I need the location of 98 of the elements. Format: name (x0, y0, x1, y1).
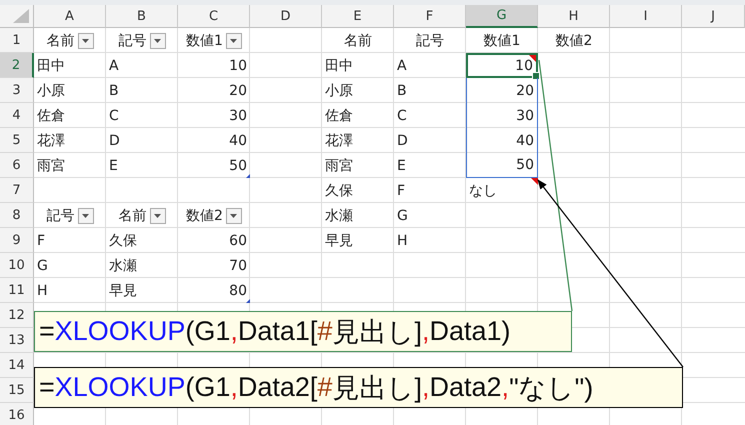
table-cell-text: G (36, 256, 49, 276)
table-cell-text: 水瀬 (324, 206, 354, 226)
table-cell-text: 花澤 (324, 132, 354, 150)
filter-dropdown-button[interactable] (226, 208, 242, 224)
column-header[interactable]: G (466, 5, 538, 28)
header-text: 数値1 (186, 32, 223, 50)
row-header[interactable]: 15 (0, 378, 34, 403)
table-cell-text: 早見 (324, 232, 354, 250)
column-header[interactable]: C (178, 5, 250, 28)
table-cell-text: 早見 (108, 282, 138, 300)
table-cell-text: E (396, 156, 407, 176)
formula-callout: =XLOOKUP(G1,Data2[#見出し],Data2,"なし") (34, 367, 683, 408)
row-header[interactable]: 11 (0, 278, 34, 303)
table-cell-text: C (396, 106, 408, 126)
header-text: 名前 (46, 32, 74, 50)
table-cell-text: 40 (228, 132, 248, 150)
table-cell-text: D (108, 132, 121, 150)
row-header[interactable]: 2 (0, 53, 34, 78)
table-cell-text: 久保 (108, 232, 138, 250)
table-cell-text: 数値1 (482, 32, 522, 50)
filter-dropdown-button[interactable] (150, 32, 166, 48)
row-header[interactable]: 12 (0, 303, 34, 328)
column-header[interactable]: I (610, 5, 682, 28)
table-cell-text: 雨宮 (36, 156, 66, 176)
table-cell-text: 田中 (324, 56, 354, 76)
filter-dropdown-button[interactable] (78, 208, 94, 224)
table-cell-text: 20 (228, 82, 248, 100)
table-cell-text: 花澤 (36, 132, 66, 150)
table-cell-text: D (396, 132, 409, 150)
table-cell-text: 小原 (36, 82, 66, 100)
table-cell: 80 (178, 278, 250, 303)
header-text: 名前 (118, 206, 146, 224)
table-cell: 50 (178, 153, 250, 178)
table-cell-text: 水瀬 (108, 256, 138, 276)
row-header[interactable]: 1 (0, 28, 34, 53)
column-header[interactable]: D (250, 5, 322, 28)
table-cell: 10 (466, 53, 538, 78)
header-text: 記号 (118, 32, 146, 50)
row-header[interactable]: 16 (0, 403, 34, 425)
column-header[interactable]: B (106, 5, 178, 28)
dropdown-arrow-icon (154, 38, 161, 42)
table-cell-text: H (396, 232, 409, 250)
table-cell: 30 (466, 103, 538, 128)
table-cell-text: 数値2 (554, 32, 594, 50)
table-cell: なし (466, 178, 538, 203)
row-header[interactable]: 8 (0, 203, 34, 228)
table-cell-text: 田中 (36, 56, 66, 76)
column-header[interactable]: E (322, 5, 394, 28)
filter-dropdown-button[interactable] (150, 208, 166, 224)
table-cell-text: F (396, 182, 406, 200)
table-resize-handle-icon[interactable] (246, 174, 250, 178)
row-header[interactable]: 10 (0, 253, 34, 278)
row-header[interactable]: 5 (0, 128, 34, 153)
table-cell-text: 小原 (324, 82, 354, 100)
table-cell-text: G (396, 206, 409, 226)
dropdown-arrow-icon (82, 38, 89, 42)
table-cell-text: 佐倉 (324, 106, 354, 126)
table-cell-text: E (108, 156, 119, 176)
filter-dropdown-button[interactable] (226, 32, 242, 48)
table-cell-text: 佐倉 (36, 106, 66, 126)
table-cell-text: 雨宮 (324, 156, 354, 176)
dropdown-arrow-icon (230, 38, 238, 42)
table-cell-text: H (36, 282, 49, 300)
row-header[interactable]: 6 (0, 153, 34, 178)
table-resize-handle-icon[interactable] (246, 299, 250, 303)
column-header[interactable]: F (394, 5, 466, 28)
filter-dropdown-button[interactable] (78, 32, 94, 48)
header-text: 記号 (46, 206, 74, 224)
table-cell-text: A (108, 56, 120, 76)
table-cell: 50 (466, 153, 538, 178)
row-header[interactable]: 13 (0, 328, 34, 353)
table-cell-text: F (36, 232, 46, 250)
table-cell-text: B (396, 82, 408, 100)
row-header[interactable]: 14 (0, 353, 34, 378)
table-cell-text: 60 (228, 232, 248, 250)
dropdown-arrow-icon (82, 214, 89, 218)
row-header[interactable]: 4 (0, 103, 34, 128)
row-header[interactable]: 9 (0, 228, 34, 253)
column-header[interactable]: A (34, 5, 106, 28)
formula-callout: =XLOOKUP(G1,Data1[#見出し],Data1) (34, 311, 572, 352)
table-cell-text: 記号 (415, 32, 445, 50)
table-cell: 20 (466, 78, 538, 103)
dropdown-arrow-icon (230, 214, 238, 218)
header-text: 数値2 (186, 206, 223, 224)
table-cell-text: 名前 (343, 32, 373, 50)
table-cell-text: C (108, 106, 120, 126)
row-header[interactable]: 7 (0, 178, 34, 203)
table-cell-text: 10 (228, 56, 248, 76)
table-cell: 40 (466, 128, 538, 153)
dropdown-arrow-icon (154, 214, 161, 218)
table-cell-text: 30 (228, 106, 248, 126)
column-header[interactable]: H (538, 5, 610, 28)
row-header[interactable]: 3 (0, 78, 34, 103)
column-header[interactable]: J (682, 5, 745, 28)
table-cell-text: B (108, 82, 120, 100)
table-cell-text: 久保 (324, 182, 354, 200)
table-cell-text: 70 (228, 256, 248, 276)
table-cell-text: A (396, 56, 408, 76)
